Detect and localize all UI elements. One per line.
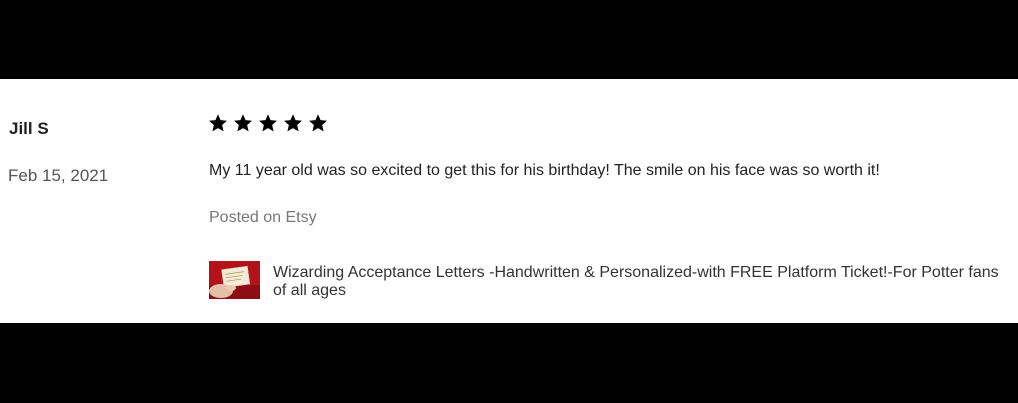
product-thumbnail[interactable] bbox=[209, 261, 260, 299]
review-date: Feb 15, 2021 bbox=[8, 166, 109, 185]
product-image bbox=[209, 261, 260, 299]
star-icon bbox=[234, 114, 252, 132]
review-source: Posted on Etsy bbox=[209, 209, 317, 226]
product-link[interactable]: Wizarding Acceptance Letters -Handwritte… bbox=[273, 264, 1013, 300]
star-rating bbox=[208, 113, 328, 133]
reviewer-name: Jill S bbox=[9, 119, 49, 138]
star-icon bbox=[259, 114, 277, 132]
star-icon bbox=[284, 114, 302, 132]
star-icon bbox=[209, 114, 227, 132]
star-icon bbox=[309, 114, 327, 132]
review-text: My 11 year old was so excited to get thi… bbox=[209, 162, 880, 179]
